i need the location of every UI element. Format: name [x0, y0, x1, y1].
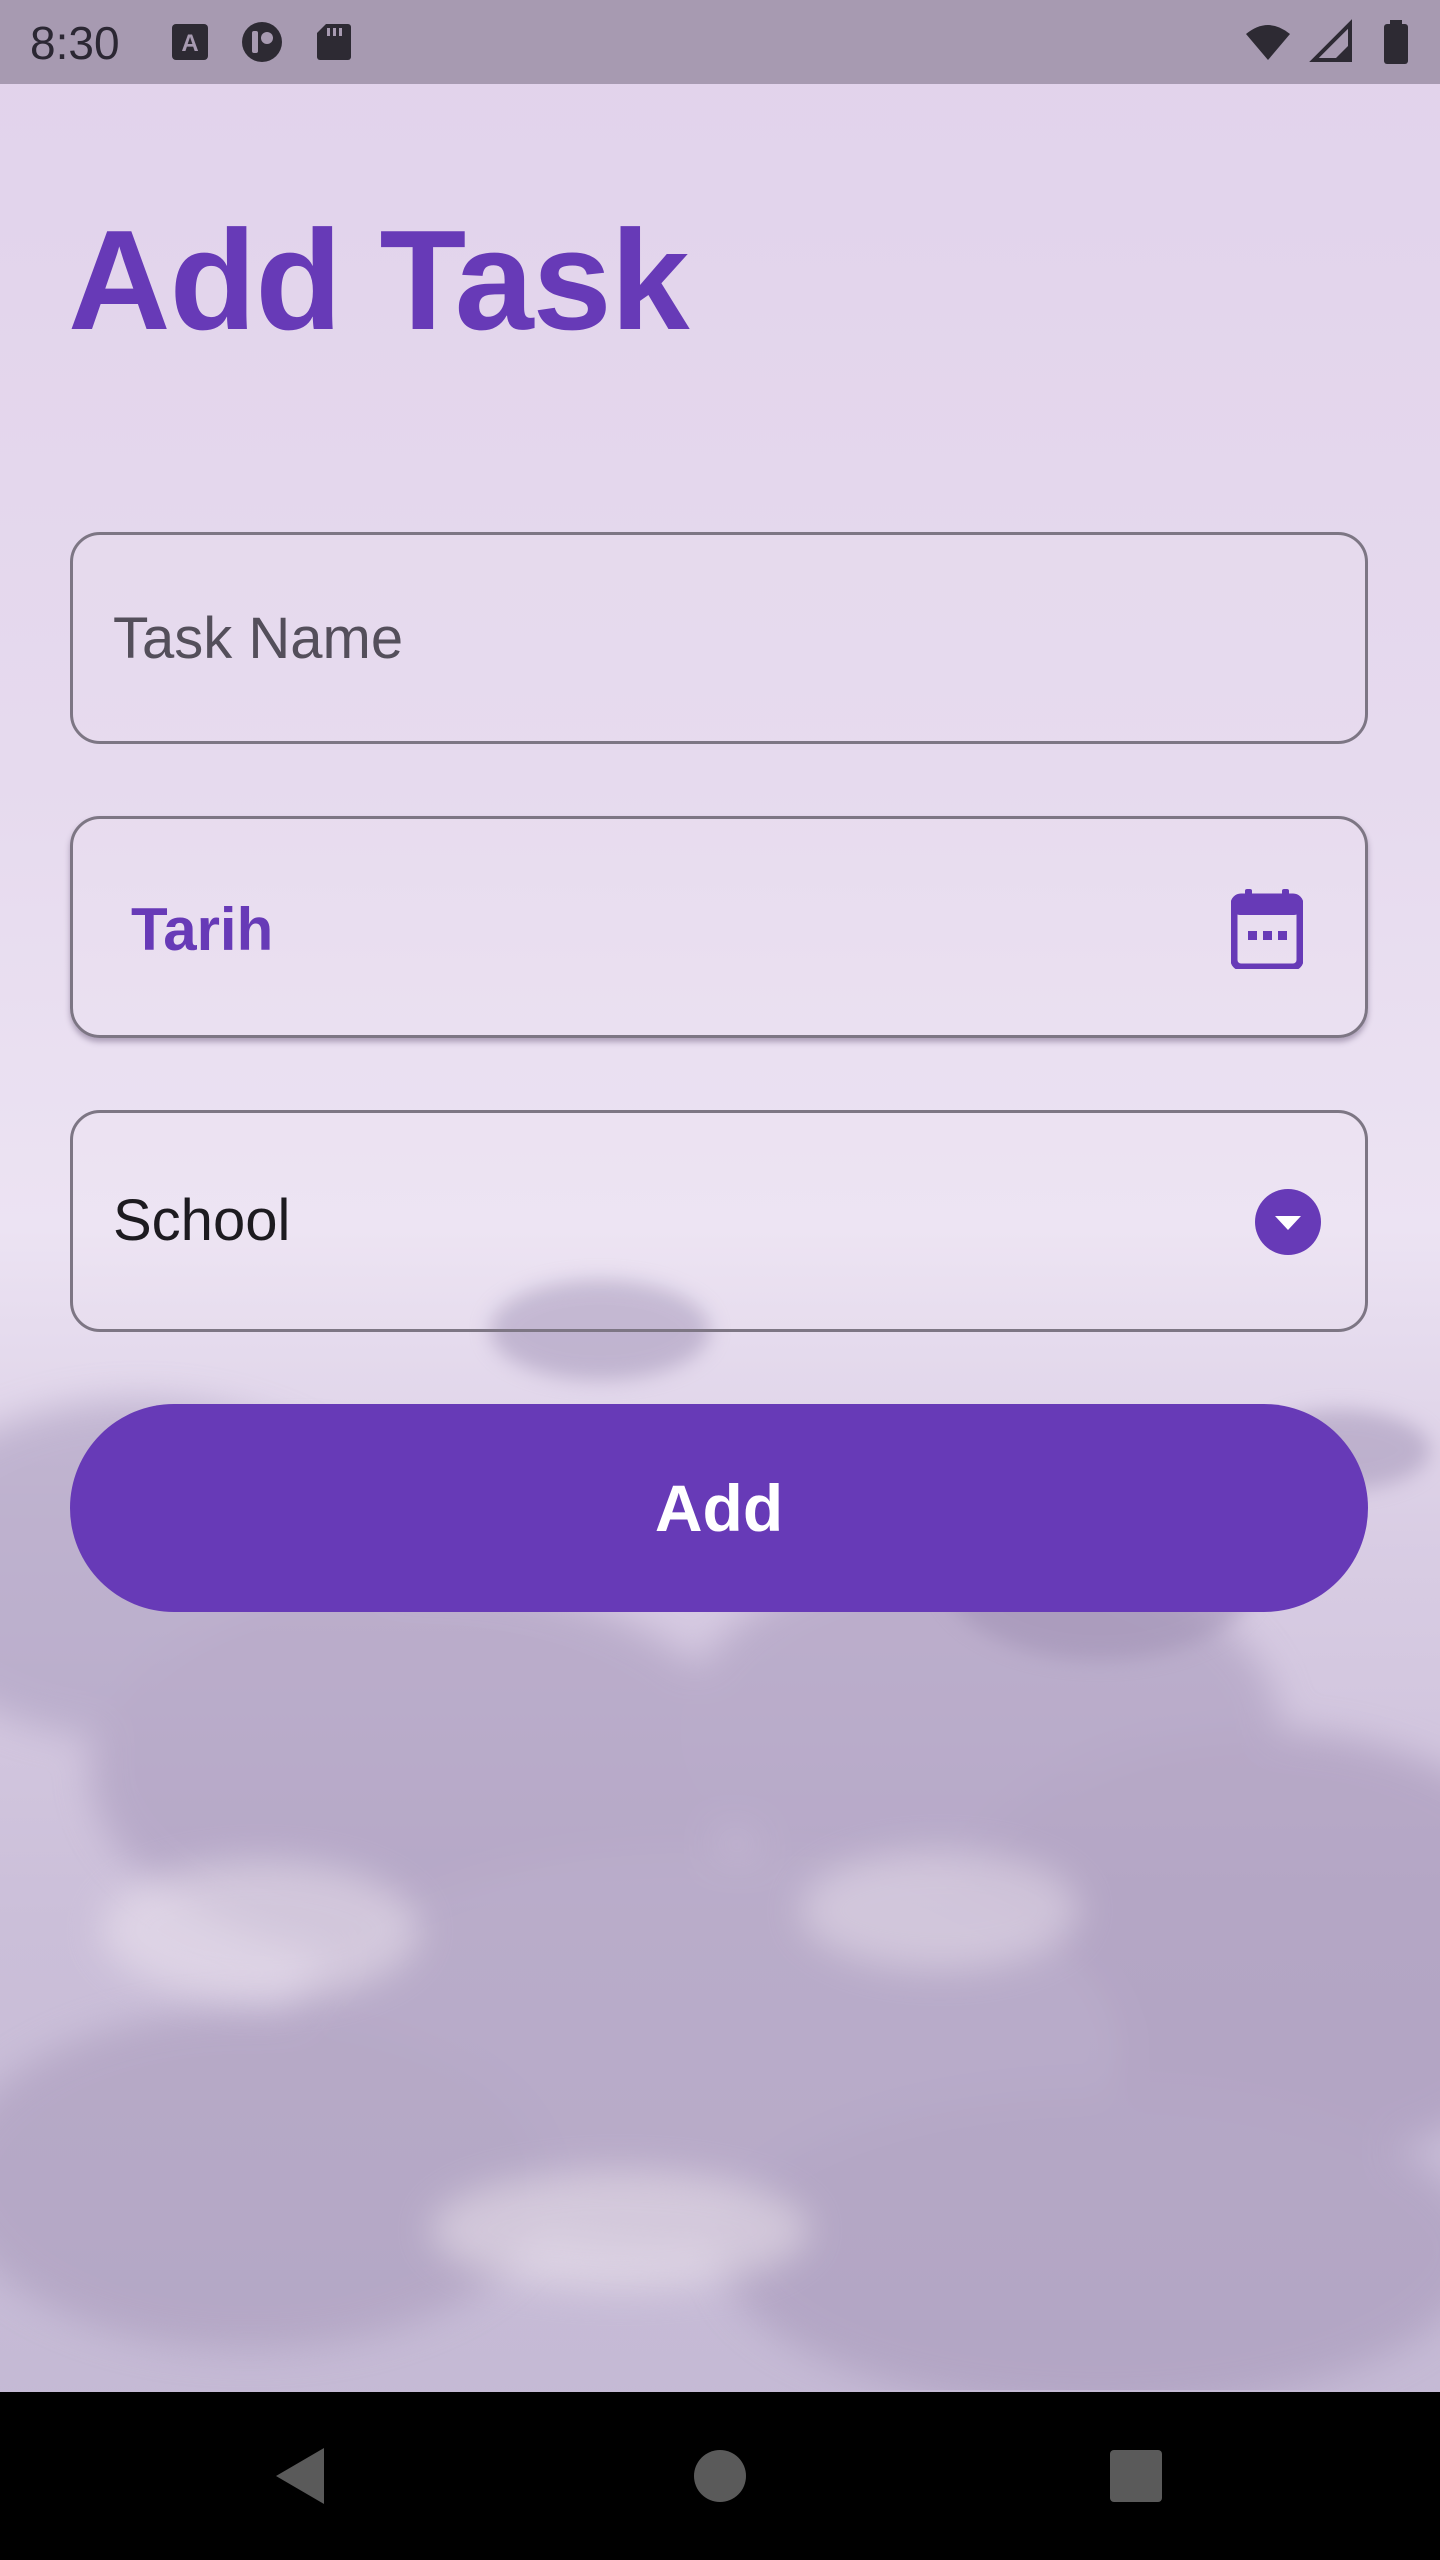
status-notification-icons: A — [166, 18, 358, 66]
status-system-icons — [1244, 18, 1420, 66]
task-name-input[interactable] — [113, 535, 1313, 741]
home-icon[interactable] — [680, 2436, 760, 2516]
wifi-icon — [1246, 25, 1290, 60]
status-bar: 8:30 A — [0, 0, 1440, 84]
navigation-bar — [0, 2392, 1440, 2560]
signal-icon — [1309, 19, 1352, 62]
sd-card-icon — [317, 24, 351, 60]
task-name-field[interactable] — [70, 532, 1368, 744]
back-icon[interactable] — [260, 2436, 340, 2516]
app-circle-icon — [242, 22, 282, 62]
category-selected-value: School — [113, 1188, 291, 1253]
svg-text:A: A — [181, 30, 198, 57]
date-label: Tarih — [131, 896, 274, 963]
add-task-screen: 8:30 A Add Task Task Name Tarih School A… — [0, 0, 1440, 2560]
calendar-icon[interactable] — [1231, 889, 1303, 969]
page-title: Add Task — [68, 201, 690, 360]
dropdown-circle-icon[interactable] — [1255, 1189, 1321, 1255]
keyboard-a-icon: A — [172, 24, 208, 60]
status-time: 8:30 — [30, 17, 120, 69]
date-field[interactable]: Tarih — [70, 816, 1368, 1038]
cloud-background — [0, 1280, 1440, 2390]
category-dropdown[interactable]: School — [70, 1110, 1368, 1332]
add-button[interactable]: Add — [70, 1404, 1368, 1612]
recents-icon[interactable] — [1096, 2436, 1176, 2516]
battery-icon — [1384, 20, 1408, 64]
